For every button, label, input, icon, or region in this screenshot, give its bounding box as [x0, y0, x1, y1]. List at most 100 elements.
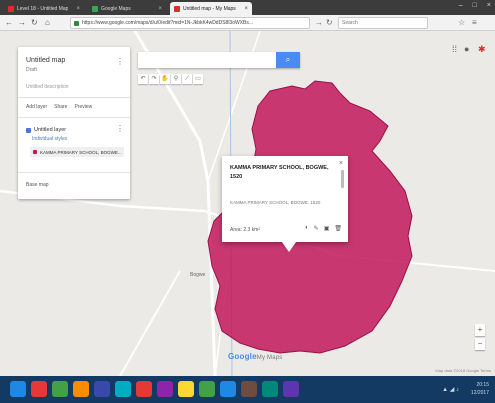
notification-icon[interactable]: ✱: [478, 44, 486, 55]
map-search-input[interactable]: [138, 52, 268, 68]
url-input[interactable]: [82, 20, 302, 26]
taskbar-app-icon[interactable]: [283, 381, 299, 397]
taskbar-app-icon[interactable]: [136, 381, 152, 397]
taskbar-app-icon[interactable]: [73, 381, 89, 397]
more-options-icon[interactable]: ⋮: [116, 57, 124, 66]
polygon-icon: [33, 150, 37, 154]
tab-favicon-icon: [8, 5, 14, 12]
tab-favicon-icon: [92, 5, 98, 12]
go-icon[interactable]: →: [315, 18, 323, 27]
maximize-icon[interactable]: □: [473, 2, 477, 9]
scrollbar[interactable]: [341, 170, 344, 188]
clock-date: 12/2017: [470, 390, 489, 396]
tab-label: Level 18 - Untitled Map: [17, 5, 69, 12]
clock-time: 20:15: [476, 382, 489, 388]
browser-search-box[interactable]: [338, 17, 428, 29]
tray-icons[interactable]: ▲ ◢ ♪: [442, 386, 459, 393]
divider: [18, 97, 130, 98]
tab-label: Google Maps: [101, 5, 131, 12]
taskbar-app-icon[interactable]: [10, 381, 26, 397]
taskbar-app-icon[interactable]: [94, 381, 110, 397]
taskbar-app-icon[interactable]: [52, 381, 68, 397]
browser-tab-1[interactable]: Level 18 - Untitled Map ×: [4, 2, 84, 15]
map-attribution: Map data ©2018 Google Terms: [435, 368, 491, 373]
browser-tab-2[interactable]: Google Maps ×: [88, 2, 166, 15]
layer-options-icon[interactable]: ⋮: [116, 124, 124, 133]
individual-styles-link[interactable]: Individual styles: [32, 136, 67, 142]
zoom-out-button[interactable]: −: [475, 338, 485, 350]
ruler-icon[interactable]: ▭: [193, 74, 203, 84]
map-legend-panel: Untitled map Draft Untitled description …: [18, 47, 130, 199]
address-bar[interactable]: [70, 17, 310, 29]
close-window-icon[interactable]: ×: [487, 2, 491, 9]
photo-icon[interactable]: ▣: [324, 225, 330, 232]
map-search-box[interactable]: ⌕: [138, 52, 300, 68]
delete-icon[interactable]: 🗑: [334, 225, 342, 232]
divider: [18, 117, 130, 118]
road: [119, 270, 181, 376]
info-window-pointer: [282, 242, 296, 252]
taskbar-app-icon[interactable]: [157, 381, 173, 397]
taskbar-app-icon[interactable]: [220, 381, 236, 397]
close-icon[interactable]: ×: [158, 6, 162, 12]
info-area: Area: 2.3 km²: [230, 227, 261, 233]
back-icon[interactable]: ←: [5, 18, 13, 27]
forward-icon[interactable]: →: [18, 18, 26, 27]
edit-icon[interactable]: ✎: [314, 225, 319, 232]
share-button[interactable]: Share: [54, 104, 67, 110]
close-icon[interactable]: ×: [339, 160, 343, 167]
feature-label: KAMMA PRIMARY SCHOOL, BOGWE...: [40, 149, 122, 155]
lock-icon: [74, 20, 79, 26]
feature-list-item[interactable]: KAMMA PRIMARY SCHOOL, BOGWE...: [30, 147, 124, 157]
close-icon[interactable]: ×: [76, 6, 80, 12]
taskbar-app-icon[interactable]: [31, 381, 47, 397]
taskbar-app-icon[interactable]: [178, 381, 194, 397]
tab-label: Untitled map - My Maps: [183, 5, 236, 12]
base-map-toggle[interactable]: Base map: [26, 182, 49, 188]
zoom-in-button[interactable]: +: [475, 324, 485, 336]
google-logo: GoogleMy Maps: [228, 352, 283, 361]
layer-row[interactable]: Untitled layer: [26, 127, 66, 133]
map-title[interactable]: Untitled map: [26, 57, 65, 64]
panel-actions: Add layer Share Preview: [26, 104, 92, 110]
style-icon[interactable]: ◐: [305, 225, 309, 232]
add-layer-button[interactable]: Add layer: [26, 104, 47, 110]
close-icon[interactable]: ×: [244, 6, 248, 12]
refresh-icon[interactable]: ↻: [326, 18, 333, 27]
system-clock[interactable]: 20:15 12/2017: [471, 381, 489, 397]
info-actions: ◐ ✎ ▣ 🗑: [305, 225, 342, 232]
preview-button[interactable]: Preview: [74, 104, 92, 110]
account-icon[interactable]: ●: [464, 44, 469, 54]
search-icon[interactable]: ⌕: [276, 52, 300, 68]
taskbar-app-icon[interactable]: [262, 381, 278, 397]
taskbar-app-icon[interactable]: [115, 381, 131, 397]
windows-taskbar: ▲ ◢ ♪ 20:15 12/2017: [0, 376, 495, 403]
undo-icon[interactable]: ↶: [138, 74, 148, 84]
divider: [18, 172, 130, 173]
minimize-icon[interactable]: –: [459, 2, 463, 9]
marker-icon[interactable]: ⚲: [171, 74, 181, 84]
feature-info-window: KAMMA PRIMARY SCHOOL, BOGWE, 1520 × KAMM…: [222, 156, 348, 252]
browser-toolbar: ← → ↻ ⌂ → ↻ ☆ ≡: [0, 15, 495, 31]
taskbar-app-icon[interactable]: [199, 381, 215, 397]
layer-checkbox[interactable]: [26, 127, 31, 133]
hand-icon[interactable]: ✋: [160, 74, 170, 84]
browser-search-input[interactable]: [342, 20, 422, 26]
home-icon[interactable]: ⌂: [45, 18, 50, 27]
map-subtitle: Draft: [26, 67, 37, 73]
browser-tab-strip: Level 18 - Untitled Map × Google Maps × …: [0, 0, 495, 15]
info-description: KAMMA PRIMARY SCHOOL, BOGWE, 1520: [230, 200, 321, 205]
reload-icon[interactable]: ↻: [31, 18, 38, 27]
apps-grid-icon[interactable]: ⁞⁞: [452, 44, 457, 54]
place-label: Bogwe: [190, 272, 206, 278]
window-controls: – □ ×: [459, 2, 491, 9]
menu-icon[interactable]: ≡: [472, 18, 477, 27]
layer-name[interactable]: Untitled layer: [34, 127, 66, 133]
info-title: KAMMA PRIMARY SCHOOL, BOGWE, 1520: [230, 165, 329, 180]
map-description[interactable]: Untitled description: [26, 84, 69, 90]
redo-icon[interactable]: ↷: [149, 74, 159, 84]
line-icon[interactable]: ⟋: [182, 74, 192, 84]
star-icon[interactable]: ☆: [458, 18, 465, 27]
browser-tab-3[interactable]: Untitled map - My Maps ×: [170, 2, 252, 15]
taskbar-app-icon[interactable]: [241, 381, 257, 397]
